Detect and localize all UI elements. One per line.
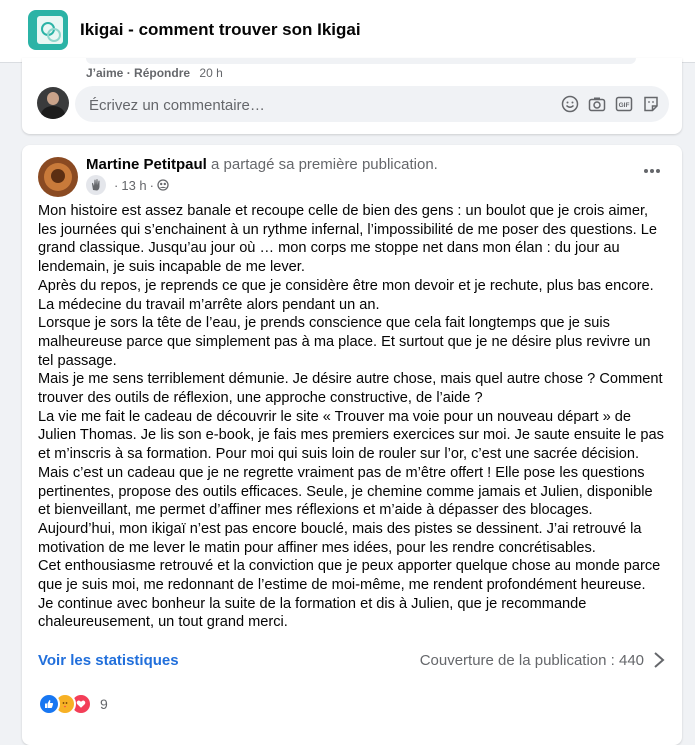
group-title[interactable]: Ikigai - comment trouver son Ikigai <box>80 20 361 40</box>
author-name[interactable]: Martine Petitpaul <box>86 156 207 173</box>
ikigai-logo-icon <box>37 16 63 44</box>
post-action-text: a partagé sa première publication. <box>211 156 438 173</box>
view-insights-link[interactable]: Voir les statistiques <box>38 652 179 669</box>
reaction-count[interactable]: 9 <box>100 696 108 712</box>
group-logo[interactable] <box>28 10 68 50</box>
post-paragraph: Mais je me sens terriblement démunie. Je… <box>38 371 663 407</box>
group-audience-icon[interactable] <box>157 179 169 191</box>
post-paragraph: La vie me fait le cadeau de découvrir le… <box>38 408 664 519</box>
post-reach-text[interactable]: Couverture de la publication : 440 <box>420 652 644 669</box>
post-paragraph: Après du repos, je reprends ce que je co… <box>38 277 654 313</box>
comment-section: J’aime · Répondre 20 h GIF <box>22 58 682 134</box>
chevron-right-icon[interactable] <box>652 650 666 670</box>
post-body: Mon histoire est assez banale et recoupe… <box>38 202 666 632</box>
author-avatar[interactable] <box>38 157 78 197</box>
sticker-icon[interactable] <box>642 95 660 113</box>
emoji-icon[interactable] <box>561 95 579 113</box>
current-user-avatar[interactable] <box>37 87 69 119</box>
post-header: Martine Petitpaul a partagé sa première … <box>86 156 438 173</box>
post-paragraph: Lorsque je sors la tête de l’eau, je pre… <box>38 315 651 369</box>
comment-input[interactable] <box>87 86 531 124</box>
new-member-badge-icon[interactable] <box>86 175 106 195</box>
reply-comment-button[interactable]: Répondre <box>134 66 190 80</box>
comment-timestamp[interactable]: 20 h <box>199 66 222 80</box>
comment-actions: J’aime · Répondre 20 h <box>86 66 223 80</box>
group-header: Ikigai - comment trouver son Ikigai <box>0 0 695 63</box>
like-comment-button[interactable]: J’aime <box>86 66 123 80</box>
post-paragraph: Cet enthousiasme retrouvé et la convicti… <box>38 558 661 594</box>
post-card: Martine Petitpaul a partagé sa première … <box>22 145 682 745</box>
post-paragraph: Mon histoire est assez banale et recoupe… <box>38 203 657 276</box>
post-timestamp[interactable]: 13 h <box>121 178 146 193</box>
camera-icon[interactable] <box>588 95 606 113</box>
post-meta: · 13 h · <box>86 175 169 195</box>
comment-composer[interactable]: GIF <box>75 86 669 124</box>
gif-icon[interactable]: GIF <box>615 95 633 113</box>
post-paragraph: Je continue avec bonheur la suite de la … <box>38 595 587 631</box>
more-options-icon[interactable] <box>638 159 666 187</box>
previous-comment-bubble <box>86 58 636 64</box>
reaction-summary[interactable]: 9 <box>38 693 108 715</box>
like-reaction-icon <box>38 693 60 715</box>
post-paragraph: Aujourd’hui, mon ikigaï n’est pas encore… <box>38 520 642 556</box>
svg-text:GIF: GIF <box>619 102 630 109</box>
